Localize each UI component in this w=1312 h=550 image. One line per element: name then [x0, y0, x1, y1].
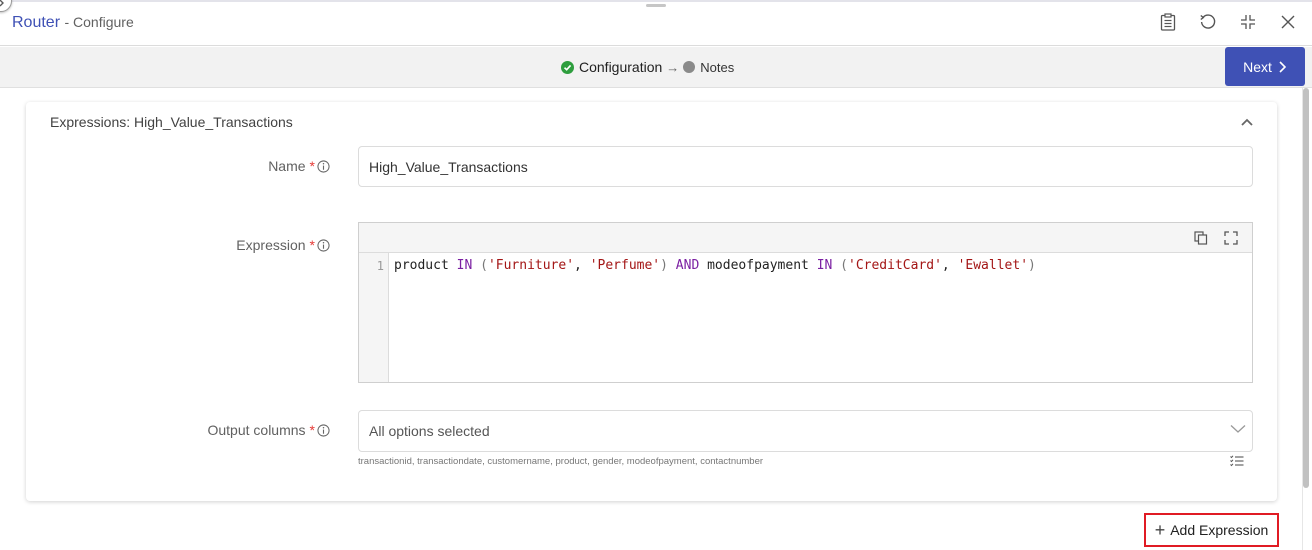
- step-separator: →: [666, 59, 680, 75]
- fullscreen-icon[interactable]: [1223, 230, 1239, 246]
- collapse-window-icon[interactable]: [1238, 12, 1258, 32]
- required-marker: *: [309, 158, 315, 174]
- code-token-punc: ): [660, 258, 676, 273]
- name-label: Name *: [30, 158, 330, 174]
- stepper: Configuration → Notes: [561, 59, 734, 75]
- code-token-str: 'Ewallet': [957, 258, 1029, 273]
- expression-label: Expression *: [30, 237, 330, 253]
- reset-icon[interactable]: [1198, 12, 1218, 32]
- code-token-id: ,: [574, 258, 590, 273]
- chevron-up-icon: [1241, 118, 1253, 126]
- title-main: Router: [12, 14, 61, 31]
- chevron-right-icon: [1279, 60, 1287, 73]
- stepper-bar: Configuration → Notes: [0, 47, 1312, 88]
- add-expression-button[interactable]: + Add Expression: [1144, 513, 1279, 547]
- code-token-str: 'Furniture': [487, 258, 575, 273]
- dialog-header: Router - Configure: [0, 2, 1312, 46]
- code-token-punc: (: [832, 258, 848, 273]
- expression-card: Expressions: High_Value_Transactions Nam…: [26, 102, 1277, 501]
- required-marker: *: [309, 237, 315, 253]
- editor-toolbar: [359, 223, 1252, 253]
- required-marker: *: [309, 422, 315, 438]
- line-number: 1: [376, 259, 384, 273]
- output-columns-select[interactable]: All options selected: [358, 410, 1253, 452]
- check-circle-icon: [561, 60, 574, 74]
- code-token-id: product: [394, 258, 457, 273]
- title-subtitle: - Configure: [64, 14, 134, 30]
- add-expression-label: Add Expression: [1170, 522, 1269, 538]
- chevron-down-icon: [1230, 425, 1246, 433]
- name-label-text: Name: [268, 158, 306, 174]
- editor-gutter: 1: [359, 253, 389, 382]
- pending-dot-icon: [683, 61, 696, 73]
- selected-columns-list: transactionid, transactiondate, customer…: [358, 456, 764, 467]
- dialog-title: Router - Configure: [12, 14, 134, 32]
- code-token-id: modeofpayment: [699, 258, 817, 273]
- code-token-str: 'Perfume': [589, 258, 661, 273]
- info-icon[interactable]: [317, 423, 330, 437]
- close-icon[interactable]: [1278, 12, 1298, 32]
- info-icon[interactable]: [317, 238, 330, 252]
- collapse-card-button[interactable]: [1237, 112, 1257, 132]
- code-token-punc: (: [472, 258, 488, 273]
- expression-label-text: Expression: [236, 237, 306, 253]
- name-input[interactable]: [358, 146, 1253, 187]
- expression-editor[interactable]: 1 product IN ('Furniture', 'Perfume') AN…: [358, 222, 1253, 383]
- clipboard-icon[interactable]: [1158, 12, 1178, 32]
- code-token-kw: IN: [816, 258, 833, 273]
- copy-icon[interactable]: [1193, 230, 1209, 246]
- code-line[interactable]: product IN ('Furniture', 'Perfume') AND …: [394, 258, 1036, 273]
- checklist-icon[interactable]: [1230, 454, 1244, 472]
- code-token-kw: AND: [675, 258, 700, 273]
- select-value: All options selected: [369, 423, 490, 439]
- output-columns-label-text: Output columns: [207, 422, 306, 438]
- card-title: Expressions: High_Value_Transactions: [50, 114, 293, 130]
- step-notes[interactable]: Notes: [700, 60, 734, 75]
- drag-handle[interactable]: [646, 4, 666, 7]
- scrollbar-thumb[interactable]: [1303, 88, 1309, 488]
- chevron-right-icon: [0, 0, 4, 7]
- output-columns-label: Output columns *: [30, 422, 330, 438]
- header-actions: [1158, 12, 1298, 32]
- code-token-str: 'CreditCard': [848, 258, 942, 273]
- info-icon[interactable]: [317, 159, 330, 173]
- step-configuration[interactable]: Configuration: [579, 59, 662, 75]
- code-token-kw: IN: [456, 258, 473, 273]
- next-label: Next: [1243, 58, 1272, 75]
- plus-icon: +: [1154, 520, 1166, 540]
- code-token-id: ,: [941, 258, 958, 273]
- code-token-punc: ): [1028, 258, 1036, 273]
- next-button[interactable]: Next: [1225, 47, 1305, 86]
